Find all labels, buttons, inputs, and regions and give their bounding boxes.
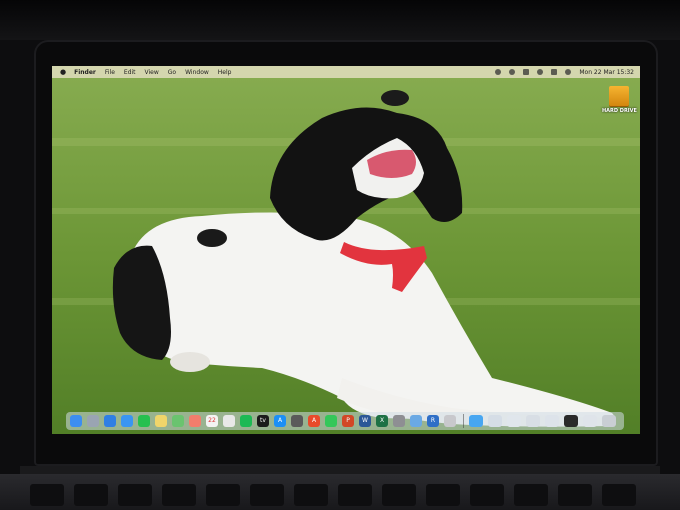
screen-record-icon[interactable] (495, 69, 502, 75)
reminders-icon[interactable] (223, 415, 235, 427)
calendar-glyph: 22 (208, 417, 216, 424)
menu-finder[interactable]: Finder (74, 69, 96, 76)
word-glyph: W (362, 417, 368, 424)
wifi-icon[interactable] (523, 69, 530, 75)
maps-icon[interactable] (172, 415, 184, 427)
apple-tv-glyph: tv (260, 417, 266, 424)
window-thumb-icon[interactable] (564, 415, 578, 427)
photos-icon[interactable] (189, 415, 201, 427)
window-thumb-icon[interactable] (545, 415, 559, 427)
key (338, 484, 372, 506)
menu-view[interactable]: View (145, 69, 159, 76)
hard-drive-icon[interactable] (609, 86, 629, 106)
window-thumb-icon[interactable] (583, 415, 597, 427)
window-thumb-icon[interactable] (507, 415, 521, 427)
key (514, 484, 548, 506)
key (294, 484, 328, 506)
excel-icon[interactable]: X (376, 415, 388, 427)
key (558, 484, 592, 506)
adobe-acrobat-glyph: A (311, 417, 317, 424)
word-icon[interactable]: W (359, 415, 371, 427)
key (470, 484, 504, 506)
calendar-icon[interactable]: 22 (206, 415, 218, 427)
key (74, 484, 108, 506)
app-store-glyph: A (277, 417, 283, 424)
key (30, 484, 64, 506)
key (602, 484, 636, 506)
control-center-icon[interactable] (551, 69, 558, 75)
focus-icon[interactable] (509, 69, 516, 75)
notes-icon[interactable] (155, 415, 167, 427)
key (206, 484, 240, 506)
dock-separator (463, 414, 464, 428)
script-editor-icon[interactable] (444, 415, 456, 427)
search-icon[interactable] (537, 69, 544, 75)
siri-icon[interactable] (565, 69, 572, 75)
mail-icon[interactable] (121, 415, 133, 427)
apple-tv-icon[interactable]: tv (257, 415, 269, 427)
laptop-hinge (20, 466, 660, 474)
menu-help[interactable]: Help (218, 69, 232, 76)
powerpoint-glyph: P (346, 417, 350, 424)
key (162, 484, 196, 506)
r-glyph: R (430, 417, 436, 424)
adobe-acrobat-icon[interactable]: A (308, 415, 320, 427)
key (426, 484, 460, 506)
menu-edit[interactable]: Edit (124, 69, 136, 76)
window-thumb-icon[interactable] (526, 415, 540, 427)
apple-menu-icon[interactable]: ● (60, 68, 66, 76)
menu-window[interactable]: Window (185, 69, 209, 76)
app-store-icon[interactable]: A (274, 415, 286, 427)
menu-file[interactable]: File (105, 69, 115, 76)
dock: 22 tv A A P W X R (66, 412, 624, 430)
safari-icon[interactable] (104, 415, 116, 427)
excel-glyph: X (379, 417, 385, 424)
finder-icon[interactable] (70, 415, 82, 427)
wallpaper-dog-photo (52, 78, 640, 434)
whatsapp-icon[interactable] (138, 415, 150, 427)
menubar-clock[interactable]: Mon 22 Mar 15:32 (579, 69, 634, 76)
hard-drive-desktop-item[interactable]: HARD DRIVE (602, 86, 637, 114)
trash-icon[interactable] (602, 415, 616, 427)
window-thumb-icon[interactable] (488, 415, 502, 427)
background-wall (0, 0, 680, 40)
messages-icon[interactable] (325, 415, 337, 427)
hard-drive-label: HARD DRIVE (602, 108, 637, 114)
menu-go[interactable]: Go (168, 69, 176, 76)
calculator-icon[interactable] (291, 415, 303, 427)
system-preferences-icon[interactable] (393, 415, 405, 427)
spotify-icon[interactable] (240, 415, 252, 427)
menu-bar: ● Finder File Edit View Go Window Help M… (52, 66, 640, 78)
status-area: Mon 22 Mar 15:32 (487, 69, 634, 76)
preview-icon[interactable] (410, 415, 422, 427)
key (382, 484, 416, 506)
screen: ● Finder File Edit View Go Window Help M… (52, 66, 640, 434)
key (250, 484, 284, 506)
folder-icon[interactable] (469, 415, 483, 427)
launchpad-icon[interactable] (87, 415, 99, 427)
powerpoint-icon[interactable]: P (342, 415, 354, 427)
r-icon[interactable]: R (427, 415, 439, 427)
key (118, 484, 152, 506)
